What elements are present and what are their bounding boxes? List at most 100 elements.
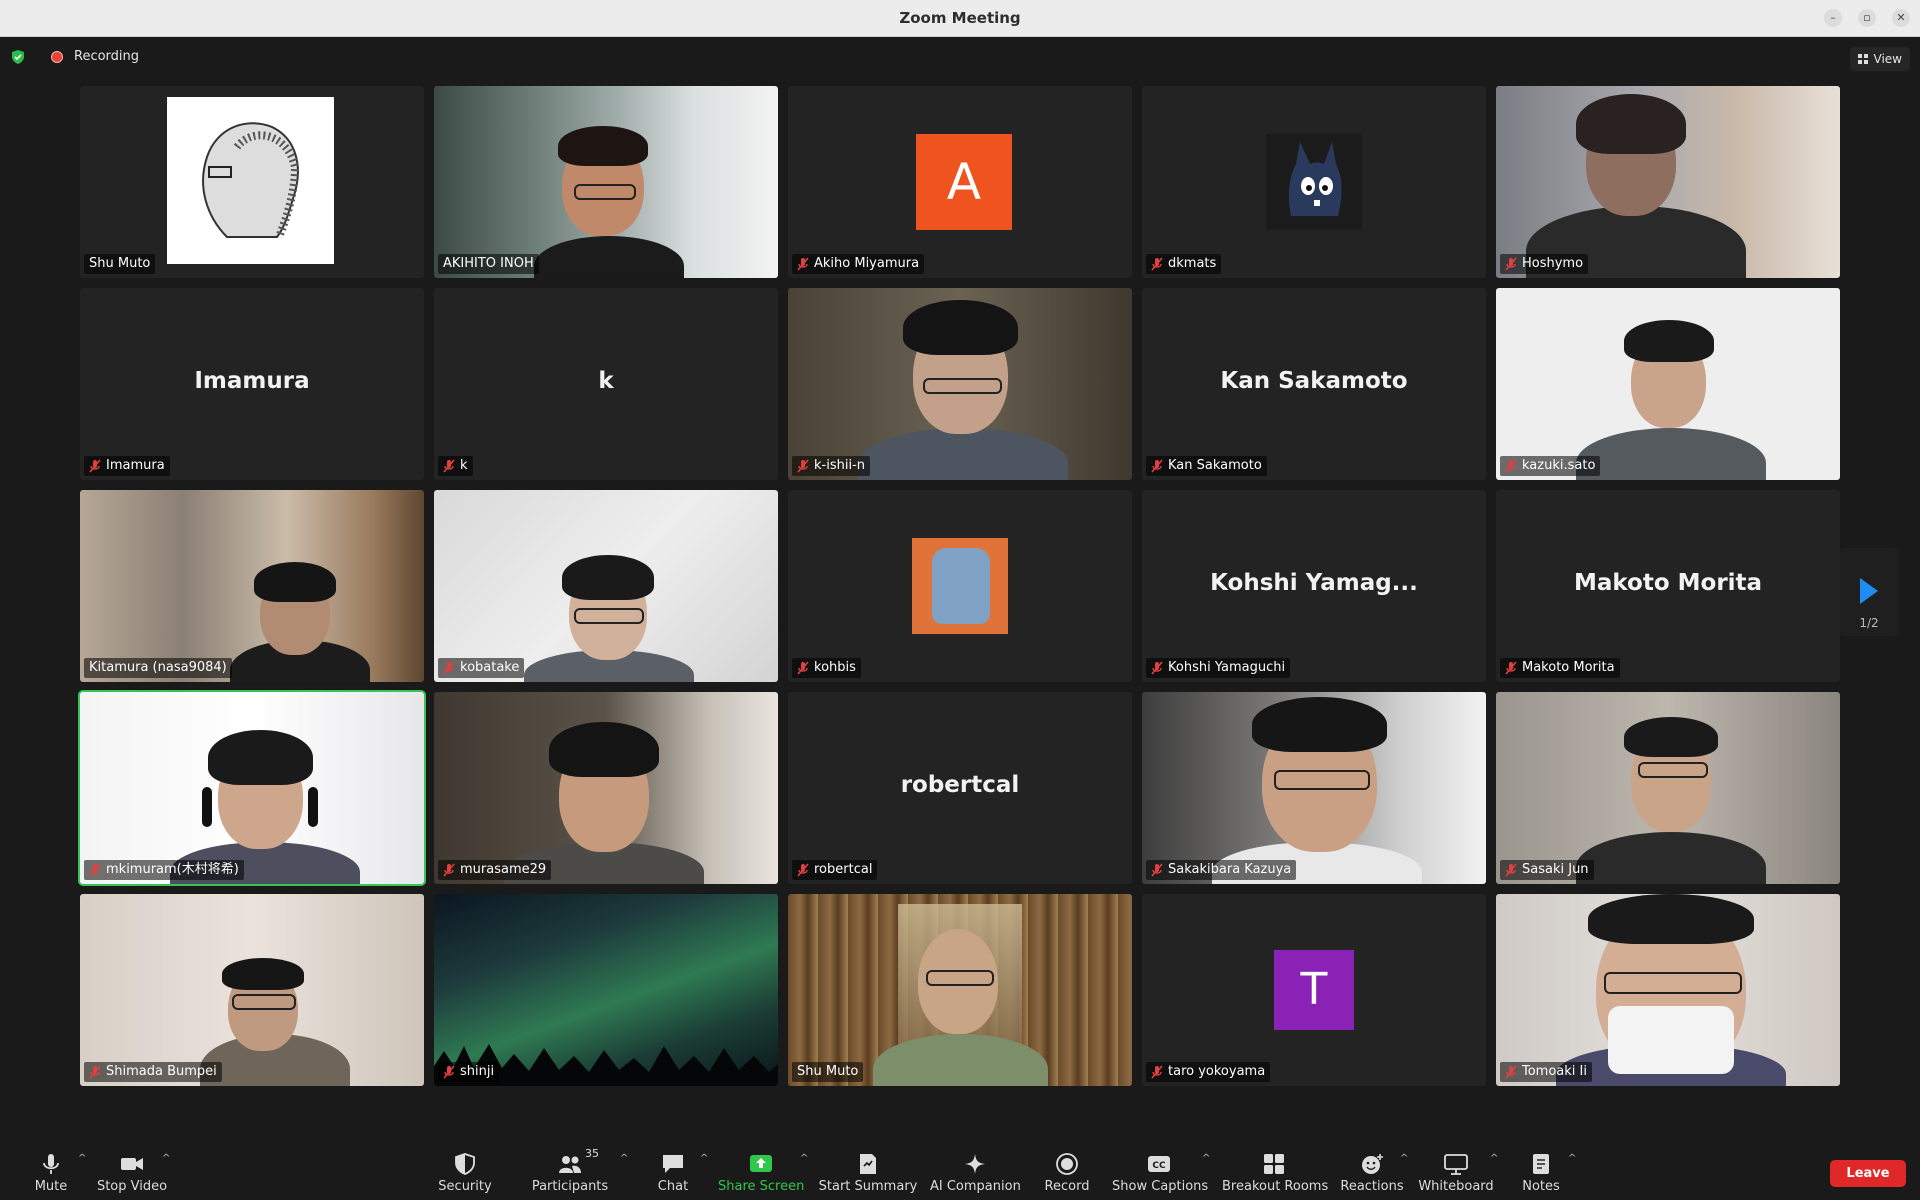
share-screen-button[interactable]: Share Screen — [718, 1147, 804, 1200]
participant-avatar: T — [1274, 950, 1354, 1030]
video-tile[interactable]: dkmats — [1142, 86, 1486, 278]
chat-icon — [663, 1155, 683, 1173]
participant-name: murasame29 — [438, 860, 552, 880]
participant-name: Shu Muto — [792, 1062, 864, 1082]
participants-button[interactable]: 35 Participants — [525, 1147, 615, 1200]
chevron-up-icon: ^ — [1400, 1153, 1409, 1164]
mic-muted-icon — [89, 863, 101, 877]
mic-muted-icon — [89, 1065, 101, 1079]
participant-name: Sakakibara Kazuya — [1146, 860, 1297, 880]
participant-display-name: Makoto Morita — [1573, 570, 1763, 596]
captions-options-caret[interactable]: ^ — [1196, 1147, 1211, 1200]
video-tile[interactable]: T taro yokoyama — [1142, 894, 1486, 1086]
cat-avatar — [1266, 134, 1362, 230]
video-tile[interactable]: Shu Muto — [80, 86, 424, 278]
shield-icon[interactable] — [11, 50, 25, 64]
share-options-caret[interactable]: ^ — [794, 1147, 809, 1200]
participant-name: Makoto Morita — [1500, 658, 1620, 678]
chevron-up-icon: ^ — [1202, 1153, 1211, 1164]
video-tile[interactable]: Sakakibara Kazuya — [1142, 692, 1486, 884]
participant-name: k-ishii-n — [792, 456, 870, 476]
show-captions-button[interactable]: CC Show Captions — [1112, 1147, 1208, 1200]
chat-button[interactable]: Chat — [650, 1147, 696, 1200]
window-titlebar: Zoom Meeting – ▫ ✕ — [0, 0, 1920, 37]
mic-muted-icon — [443, 863, 455, 877]
participant-name: mkimuram(木村将希) — [84, 860, 244, 880]
mic-muted-icon — [1151, 863, 1163, 877]
participant-name: Shimada Bumpei — [84, 1062, 222, 1082]
video-tile[interactable]: Hoshymo — [1496, 86, 1840, 278]
mic-muted-icon — [89, 459, 101, 473]
video-tile[interactable]: Sasaki Jun — [1496, 692, 1840, 884]
video-tile[interactable]: Kitamura (nasa9084) — [80, 490, 424, 682]
mute-options-caret[interactable]: ^ — [72, 1147, 87, 1200]
video-tile[interactable]: kazuki.sato — [1496, 288, 1840, 480]
video-tile[interactable]: murasame29 — [434, 692, 778, 884]
mic-muted-icon — [443, 459, 455, 473]
video-tile[interactable]: Kohshi Yamag... Kohshi Yamaguchi — [1142, 490, 1486, 682]
chevron-up-icon: ^ — [162, 1153, 171, 1164]
view-button[interactable]: View — [1849, 47, 1910, 71]
next-page-button[interactable]: 1/2 — [1840, 548, 1898, 636]
recording-label: Recording — [74, 49, 140, 64]
meeting-topbar: Recording View — [0, 37, 1920, 77]
video-tile[interactable]: kobatake — [434, 490, 778, 682]
minimize-icon[interactable]: – — [1824, 9, 1842, 27]
participant-name: kohbis — [792, 658, 861, 678]
participant-name: Tomoaki Ii — [1500, 1062, 1592, 1082]
reactions-options-caret[interactable]: ^ — [1394, 1147, 1409, 1200]
breakout-rooms-button[interactable]: Breakout Rooms — [1222, 1147, 1328, 1200]
video-tile[interactable]: Tomoaki Ii — [1496, 894, 1840, 1086]
video-tile[interactable]: robertcal robertcal — [788, 692, 1132, 884]
video-tile[interactable]: k-ishii-n — [788, 288, 1132, 480]
record-button[interactable]: Record — [1040, 1147, 1094, 1200]
smiley-icon — [1362, 1154, 1383, 1174]
participants-options-caret[interactable]: ^ — [614, 1147, 628, 1200]
participants-icon — [559, 1156, 581, 1173]
video-tile[interactable]: kohbis — [788, 490, 1132, 682]
chevron-up-icon: ^ — [78, 1153, 87, 1164]
video-tile[interactable]: AKIHITO INOH — [434, 86, 778, 278]
video-tile[interactable]: Shu Muto — [788, 894, 1132, 1086]
video-tile[interactable]: Shimada Bumpei — [80, 894, 424, 1086]
start-summary-button[interactable]: Start Summary — [818, 1147, 918, 1200]
mic-muted-icon — [1505, 257, 1517, 271]
chevron-up-icon: ^ — [1568, 1153, 1577, 1164]
mic-muted-icon — [1151, 661, 1163, 675]
notes-button[interactable]: Notes — [1516, 1147, 1566, 1200]
summary-icon — [860, 1154, 876, 1174]
participant-display-name: Kan Sakamoto — [1220, 368, 1408, 394]
participant-name: kobatake — [438, 658, 525, 678]
maximize-icon[interactable]: ▫ — [1858, 9, 1876, 27]
participant-name: AKIHITO INOH — [438, 254, 539, 274]
video-tile[interactable]: Kan Sakamoto Kan Sakamoto — [1142, 288, 1486, 480]
leave-button[interactable]: Leave — [1830, 1160, 1906, 1187]
breakout-rooms-icon — [1264, 1154, 1284, 1174]
chat-options-caret[interactable]: ^ — [694, 1147, 708, 1200]
microphone-icon — [43, 1154, 59, 1174]
participant-name: kazuki.sato — [1500, 456, 1601, 476]
mic-muted-icon — [797, 661, 809, 675]
chevron-up-icon: ^ — [1490, 1153, 1499, 1164]
video-tile[interactable]: Makoto Morita Makoto Morita — [1496, 490, 1840, 682]
meeting-toolbar: Mute ^ Stop Video ^ Security 35 Particip… — [0, 1147, 1920, 1200]
notes-options-caret[interactable]: ^ — [1562, 1147, 1577, 1200]
close-icon[interactable]: ✕ — [1892, 9, 1910, 27]
video-tile[interactable]: A Akiho Miyamura — [788, 86, 1132, 278]
chevron-up-icon: ^ — [800, 1153, 809, 1164]
whiteboard-button[interactable]: Whiteboard — [1418, 1147, 1494, 1200]
video-tile-active-speaker[interactable]: mkimuram(木村将希) — [78, 690, 426, 886]
security-button[interactable]: Security — [430, 1147, 500, 1200]
mic-muted-icon — [1505, 661, 1517, 675]
svg-text:CC: CC — [1152, 1161, 1166, 1171]
participant-name: taro yokoyama — [1146, 1062, 1271, 1082]
video-tile[interactable]: k k — [434, 288, 778, 480]
participant-name: Kan Sakamoto — [1146, 456, 1267, 476]
ai-companion-button[interactable]: AI Companion — [930, 1147, 1021, 1200]
participant-display-name: k — [598, 368, 614, 394]
video-options-caret[interactable]: ^ — [156, 1147, 171, 1200]
whiteboard-options-caret[interactable]: ^ — [1484, 1147, 1499, 1200]
sparkle-icon — [965, 1154, 985, 1174]
video-tile[interactable]: shinji — [434, 894, 778, 1086]
video-tile[interactable]: Imamura Imamura — [80, 288, 424, 480]
